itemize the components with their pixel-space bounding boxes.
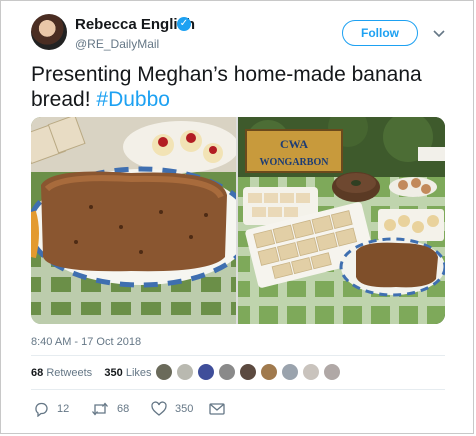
liker-avatar[interactable] <box>239 363 257 381</box>
likes-count: 350 <box>104 367 123 379</box>
liker-avatar[interactable] <box>281 363 299 381</box>
hashtag-link[interactable]: #Dubbo <box>96 88 170 111</box>
tweet-media: CWA WONGARBON <box>31 117 445 324</box>
retweets-count: 68 <box>31 367 44 379</box>
retweet-button[interactable]: 68 <box>91 400 129 418</box>
like-button[interactable]: 350 <box>151 400 193 418</box>
tweet-text: Presenting Meghan’s home-made banana bre… <box>31 62 451 112</box>
likes-label: Likes <box>125 367 152 379</box>
heart-icon <box>151 401 167 416</box>
liker-avatar[interactable] <box>176 363 194 381</box>
retweet-icon <box>92 402 108 416</box>
likes-stat[interactable]: 350 Likes <box>104 367 151 379</box>
photo-banana-bread[interactable] <box>31 117 236 324</box>
retweets-label: Retweets <box>46 367 93 379</box>
author-avatar[interactable] <box>31 14 67 50</box>
tweet-timestamp[interactable]: 8:40 AM - 17 Oct 2018 <box>31 336 141 348</box>
liker-avatar[interactable] <box>323 363 341 381</box>
reply-button[interactable]: 12 <box>33 400 69 418</box>
direct-message-button[interactable] <box>209 400 225 418</box>
tweet-actions: 12 68 350 <box>31 400 291 418</box>
divider <box>31 389 445 390</box>
author-handle[interactable]: @RE_DailyMail <box>75 37 159 51</box>
liker-avatar[interactable] <box>302 363 320 381</box>
envelope-icon <box>209 403 225 415</box>
divider <box>31 355 445 356</box>
verified-badge-icon: ✓ <box>177 17 191 31</box>
follow-button[interactable]: Follow <box>342 20 418 46</box>
liker-avatar[interactable] <box>260 363 278 381</box>
liker-avatar[interactable] <box>155 363 173 381</box>
reply-icon <box>35 402 48 417</box>
tweet-stats: 68 Retweets 350 Likes <box>31 367 152 379</box>
chevron-down-icon[interactable] <box>432 26 446 40</box>
liker-avatar[interactable] <box>218 363 236 381</box>
retweets-stat[interactable]: 68 Retweets <box>31 367 92 379</box>
reply-count: 12 <box>57 403 70 415</box>
retweet-count: 68 <box>117 403 130 415</box>
like-count: 350 <box>175 403 194 415</box>
photo-cwa-table[interactable]: CWA WONGARBON <box>238 117 445 324</box>
sign-line-2: WONGARBON <box>260 157 330 168</box>
tweet-text-body: Presenting Meghan’s home-made banana bre… <box>31 63 422 111</box>
sign-line-1: CWA <box>280 137 308 151</box>
liker-avatar[interactable] <box>197 363 215 381</box>
